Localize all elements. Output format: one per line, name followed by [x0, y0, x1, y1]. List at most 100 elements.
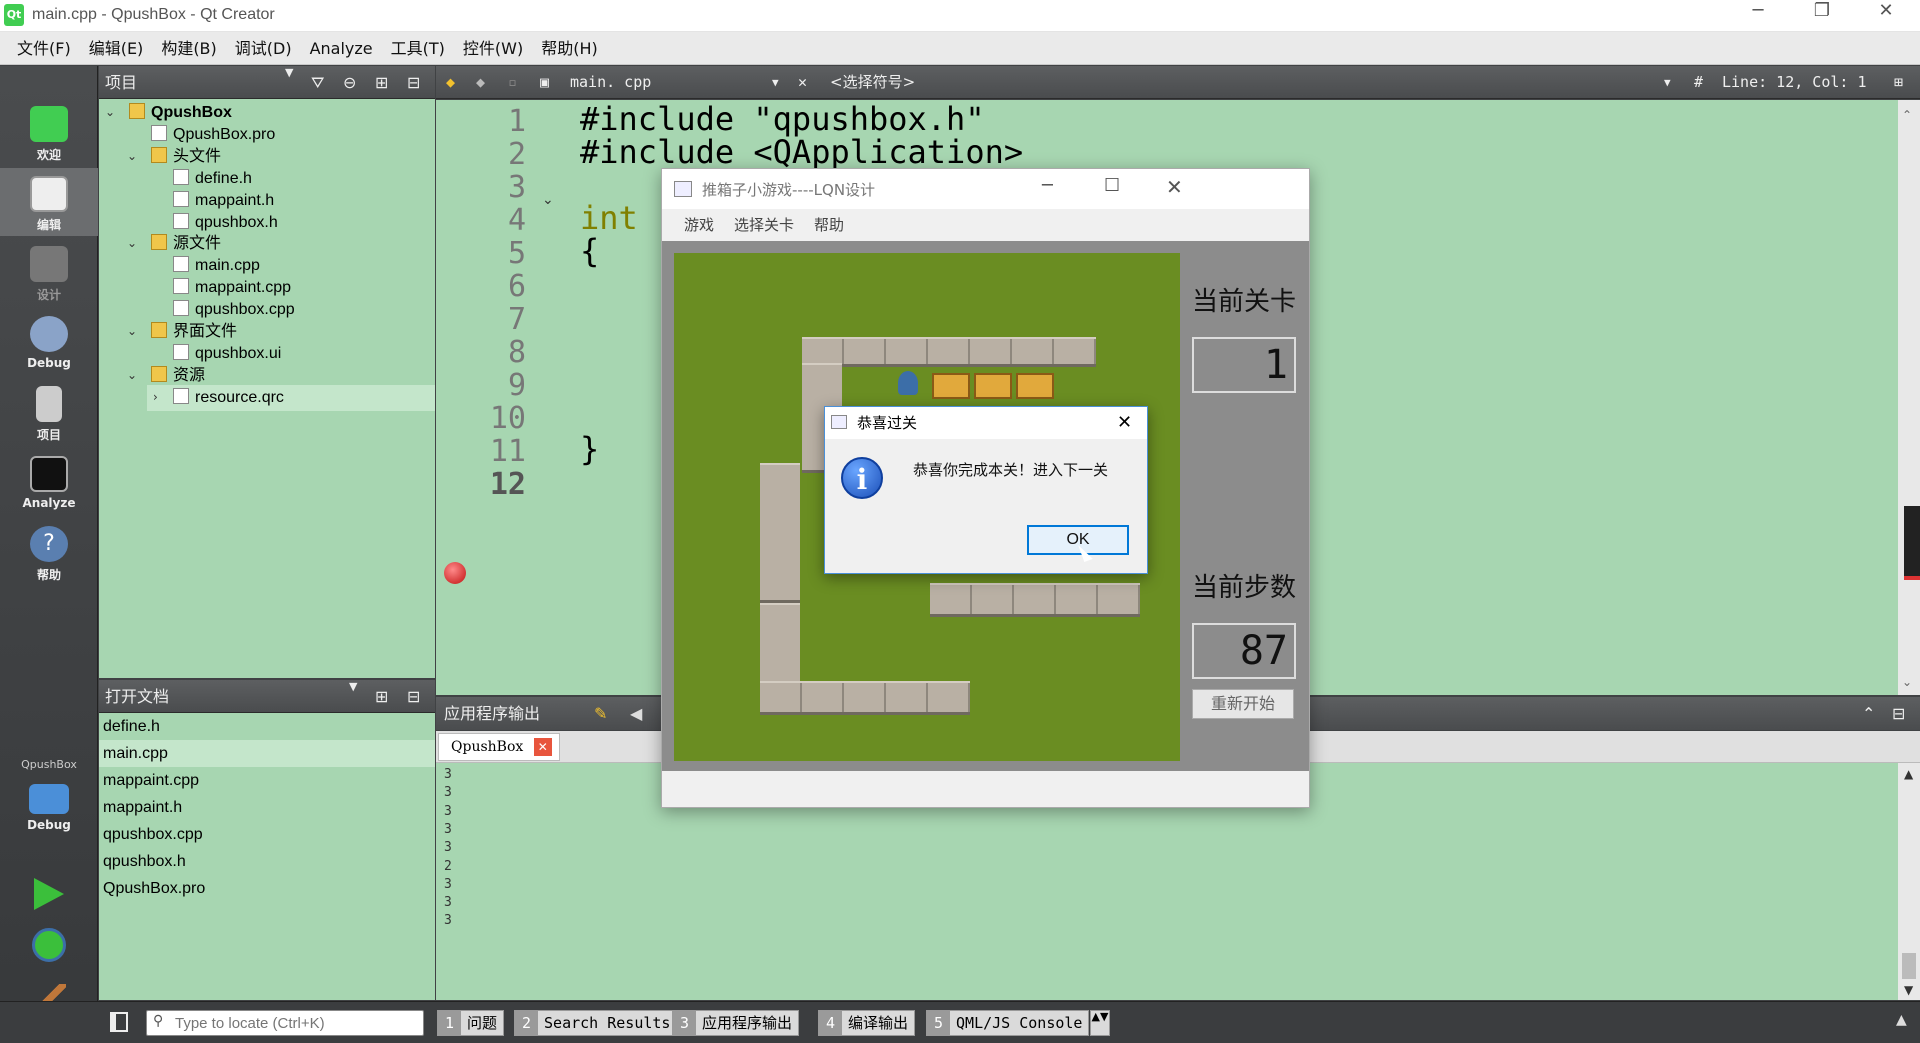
game-menu-help[interactable]: 帮助 — [804, 209, 854, 241]
close-file-icon[interactable]: ✕ — [798, 66, 807, 99]
output-tab-compile-output[interactable]: 4 编译输出 — [818, 1010, 916, 1036]
open-doc-item[interactable]: QpushBox.pro — [99, 875, 435, 902]
chevron-down-icon[interactable]: ▼ — [285, 66, 293, 79]
menu-build[interactable]: 构建(B) — [152, 32, 225, 64]
menu-edit[interactable]: 编辑(E) — [80, 32, 153, 64]
tree-item[interactable]: resource.qrc — [147, 384, 435, 411]
close-tab-icon[interactable]: ✕ — [533, 738, 552, 756]
output-tab-qpushbox[interactable]: QpushBox ✕ — [438, 733, 560, 761]
open-documents-panel: 打开文档 ▼ ⊞ ⊟ define.h main.cpp mappaint.cp… — [99, 680, 435, 1000]
mode-help[interactable]: ? 帮助 — [0, 518, 98, 586]
game-title: 推箱子小游戏----LQN设计 — [702, 181, 876, 199]
folder-icon — [151, 146, 167, 163]
output-scrollbar[interactable]: ▲ ▼ — [1898, 763, 1920, 1000]
menu-help[interactable]: 帮助(H) — [532, 32, 607, 64]
scroll-down-icon[interactable]: ▼ — [1904, 983, 1913, 997]
file-icon — [173, 387, 189, 404]
split-icon[interactable]: ⊞ — [375, 680, 388, 713]
open-doc-item-selected[interactable]: main.cpp — [99, 740, 435, 767]
restart-button[interactable]: 重新开始 — [1192, 689, 1294, 719]
kit-selector[interactable]: Debug — [0, 776, 98, 844]
scroll-up-icon[interactable]: ⌃ — [1902, 108, 1912, 122]
open-doc-item[interactable]: mappaint.h — [99, 794, 435, 821]
toggle-sidebar-icon[interactable] — [110, 1012, 128, 1032]
run-icon[interactable] — [34, 878, 64, 910]
split-icon[interactable]: ⊞ — [375, 66, 388, 99]
menu-file[interactable]: 文件(F) — [8, 32, 80, 64]
mode-welcome[interactable]: 欢迎 — [0, 98, 98, 166]
back-arrow-icon[interactable]: ◆ — [446, 66, 455, 99]
output-tab-search-results[interactable]: 2 Search Results — [514, 1010, 678, 1036]
line-number: 2 — [507, 137, 526, 172]
restore-button[interactable]: ❐ — [1790, 0, 1854, 32]
close-button[interactable]: ✕ — [1854, 0, 1918, 32]
expand-arrow-icon[interactable]: ⌄ — [127, 368, 137, 382]
cursor-position[interactable]: Line: 12, Col: 1 — [1722, 66, 1867, 99]
tree-item-label: main.cpp — [195, 257, 260, 275]
locate-input[interactable] — [175, 1012, 419, 1034]
tree-item-label: define.h — [195, 169, 252, 187]
split-icon[interactable]: ⊞ — [1894, 66, 1903, 99]
debug-run-icon[interactable] — [32, 928, 66, 962]
output-tab-issues[interactable]: 1 问题 — [437, 1010, 505, 1036]
symbol-selector[interactable]: <选择符号> — [830, 66, 915, 99]
chevron-down-icon[interactable]: ▼ — [772, 66, 779, 99]
menu-controls[interactable]: 控件(W) — [454, 32, 532, 64]
fold-arrow-icon[interactable]: ⌄ — [542, 192, 554, 208]
file-icon — [151, 124, 167, 141]
collapsed-arrow-icon[interactable]: › — [153, 390, 158, 404]
game-title-bar: 推箱子小游戏----LQN设计 ─ ☐ ✕ — [662, 169, 1309, 209]
forward-arrow-icon[interactable]: ◆ — [476, 66, 485, 99]
link-icon[interactable]: ⊖ — [343, 66, 356, 99]
open-doc-item[interactable]: qpushbox.h — [99, 848, 435, 875]
mode-design[interactable]: 设计 — [0, 238, 98, 306]
menu-debug[interactable]: 调试(D) — [226, 32, 301, 64]
scrollbar-thumb[interactable] — [1902, 953, 1916, 979]
menu-tools[interactable]: 工具(T) — [382, 32, 454, 64]
rerun-icon[interactable]: ◀ — [630, 697, 642, 730]
breakpoint-icon[interactable] — [444, 562, 466, 584]
tree-item-label: qpushbox.h — [195, 213, 278, 231]
file-selector[interactable]: main. cpp — [570, 66, 651, 99]
mode-edit[interactable]: 编辑 — [0, 168, 98, 236]
file-icon — [173, 278, 189, 295]
close-panel-icon[interactable]: ⊟ — [407, 680, 420, 713]
more-tabs-icon[interactable]: ▲▼ — [1090, 1010, 1110, 1036]
open-doc-item[interactable]: mappaint.cpp — [99, 767, 435, 794]
minimize-button[interactable]: ─ — [1726, 0, 1790, 32]
code-line: #include <QApplication> — [580, 133, 1024, 171]
game-close-button[interactable]: ✕ — [1166, 175, 1183, 199]
game-menu-select-level[interactable]: 选择关卡 — [724, 209, 804, 241]
expand-arrow-icon[interactable]: ⌄ — [127, 236, 137, 250]
side-marker[interactable] — [1904, 506, 1920, 580]
game-minimize-button[interactable]: ─ — [1042, 175, 1053, 196]
expand-arrow-icon[interactable]: ⌄ — [127, 149, 137, 163]
chevron-down-icon[interactable]: ▼ — [349, 680, 357, 693]
line-number: 5 — [507, 236, 526, 271]
chevron-down-icon[interactable]: ▼ — [1664, 66, 1671, 99]
ok-button[interactable]: OK — [1027, 525, 1129, 555]
mode-debug[interactable]: Debug — [0, 308, 98, 376]
menu-analyze[interactable]: Analyze — [301, 32, 382, 64]
mode-projects[interactable]: 项目 — [0, 378, 98, 446]
close-panel-icon[interactable]: ⊟ — [407, 66, 420, 99]
output-tab-app-output[interactable]: 3 应用程序输出 — [672, 1010, 800, 1036]
game-maximize-button[interactable]: ☐ — [1104, 175, 1120, 196]
expand-arrow-icon[interactable]: ⌄ — [127, 324, 137, 338]
filter-icon[interactable]: ⛛ — [311, 66, 324, 99]
locator-box[interactable]: ⚲ — [146, 1010, 424, 1036]
game-menu-game[interactable]: 游戏 — [674, 209, 724, 241]
dialog-close-button[interactable]: ✕ — [1117, 407, 1132, 439]
maximize-pane-icon[interactable]: ⌃ — [1862, 697, 1875, 730]
scroll-down-icon[interactable]: ⌄ — [1902, 675, 1912, 689]
editor-scrollbar[interactable]: ⌃ ⌄ — [1898, 100, 1920, 695]
open-doc-item[interactable]: qpushbox.cpp — [99, 821, 435, 848]
clear-output-icon[interactable]: ✎ — [594, 697, 607, 730]
close-pane-icon[interactable]: ⊟ — [1892, 697, 1905, 730]
open-doc-item[interactable]: define.h — [99, 713, 435, 740]
output-tab-qml-console[interactable]: 5 QML/JS Console — [926, 1010, 1090, 1036]
mode-analyze[interactable]: Analyze — [0, 448, 98, 516]
expand-icon[interactable]: ▲ — [1896, 1012, 1907, 1028]
expand-arrow-icon[interactable]: ⌄ — [105, 105, 115, 119]
scroll-up-icon[interactable]: ▲ — [1904, 767, 1913, 781]
